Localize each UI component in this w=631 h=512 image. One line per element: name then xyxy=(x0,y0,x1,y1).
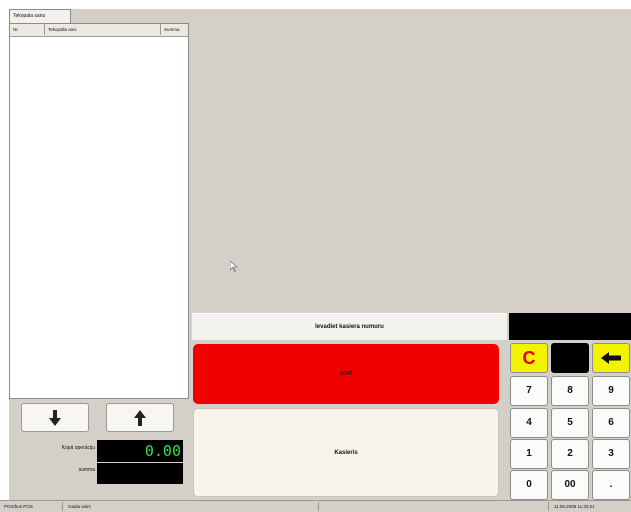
key-8[interactable]: 8 xyxy=(551,376,589,406)
total-amount-display: 0.00 xyxy=(97,440,183,462)
receipt-tab[interactable]: Tekopala sanu xyxy=(9,9,71,23)
column-name[interactable]: Tekopalla anis xyxy=(48,24,77,35)
key-3[interactable]: 3 xyxy=(592,439,630,469)
key-2[interactable]: 2 xyxy=(551,439,589,469)
status-separator xyxy=(318,502,319,511)
status-middle: Gaida vairs xyxy=(68,504,91,509)
status-left: POS/bus POS xyxy=(4,504,33,509)
summa-display xyxy=(97,463,183,484)
status-separator xyxy=(548,502,549,511)
backspace-key[interactable] xyxy=(592,343,630,373)
key-5[interactable]: 5 xyxy=(551,408,589,438)
key-0[interactable]: 0 xyxy=(510,470,548,500)
column-separator xyxy=(44,24,45,35)
receipt-list-header: Nr. Tekopalla anis Summa xyxy=(10,24,188,37)
exit-button[interactable]: Iziet xyxy=(193,344,499,404)
keypad-display xyxy=(509,313,631,340)
scroll-up-button[interactable] xyxy=(106,403,174,432)
receipt-list[interactable]: Nr. Tekopalla anis Summa xyxy=(9,23,189,399)
total-ops-label: Kopā operāciju xyxy=(61,445,95,451)
key-1[interactable]: 1 xyxy=(510,439,548,469)
status-separator xyxy=(62,502,63,511)
column-sum[interactable]: Summa xyxy=(164,24,180,35)
key-decimal[interactable]: . xyxy=(592,470,630,500)
scroll-down-button[interactable] xyxy=(21,403,89,432)
key-4[interactable]: 4 xyxy=(510,408,548,438)
keypad-blank xyxy=(551,343,589,373)
status-datetime: 11.06.2009 11:33:21 xyxy=(554,504,595,509)
summa-label: summa xyxy=(78,467,95,473)
mouse-cursor-icon xyxy=(229,260,239,274)
key-9[interactable]: 9 xyxy=(592,376,630,406)
prompt-message: Ievadiet kasiera numuru xyxy=(192,313,507,340)
key-7[interactable]: 7 xyxy=(510,376,548,406)
status-bar: POS/bus POS Gaida vairs 11.06.2009 11:33… xyxy=(0,500,631,512)
arrow-down-icon xyxy=(49,409,61,426)
cashier-button[interactable]: Kasieris xyxy=(193,408,499,497)
clear-key[interactable]: C xyxy=(510,343,548,373)
backspace-arrow-icon xyxy=(601,352,621,364)
key-00[interactable]: 00 xyxy=(551,470,589,500)
column-separator xyxy=(160,24,161,35)
arrow-up-icon xyxy=(134,409,146,426)
key-6[interactable]: 6 xyxy=(592,408,630,438)
column-nr[interactable]: Nr. xyxy=(13,24,19,35)
